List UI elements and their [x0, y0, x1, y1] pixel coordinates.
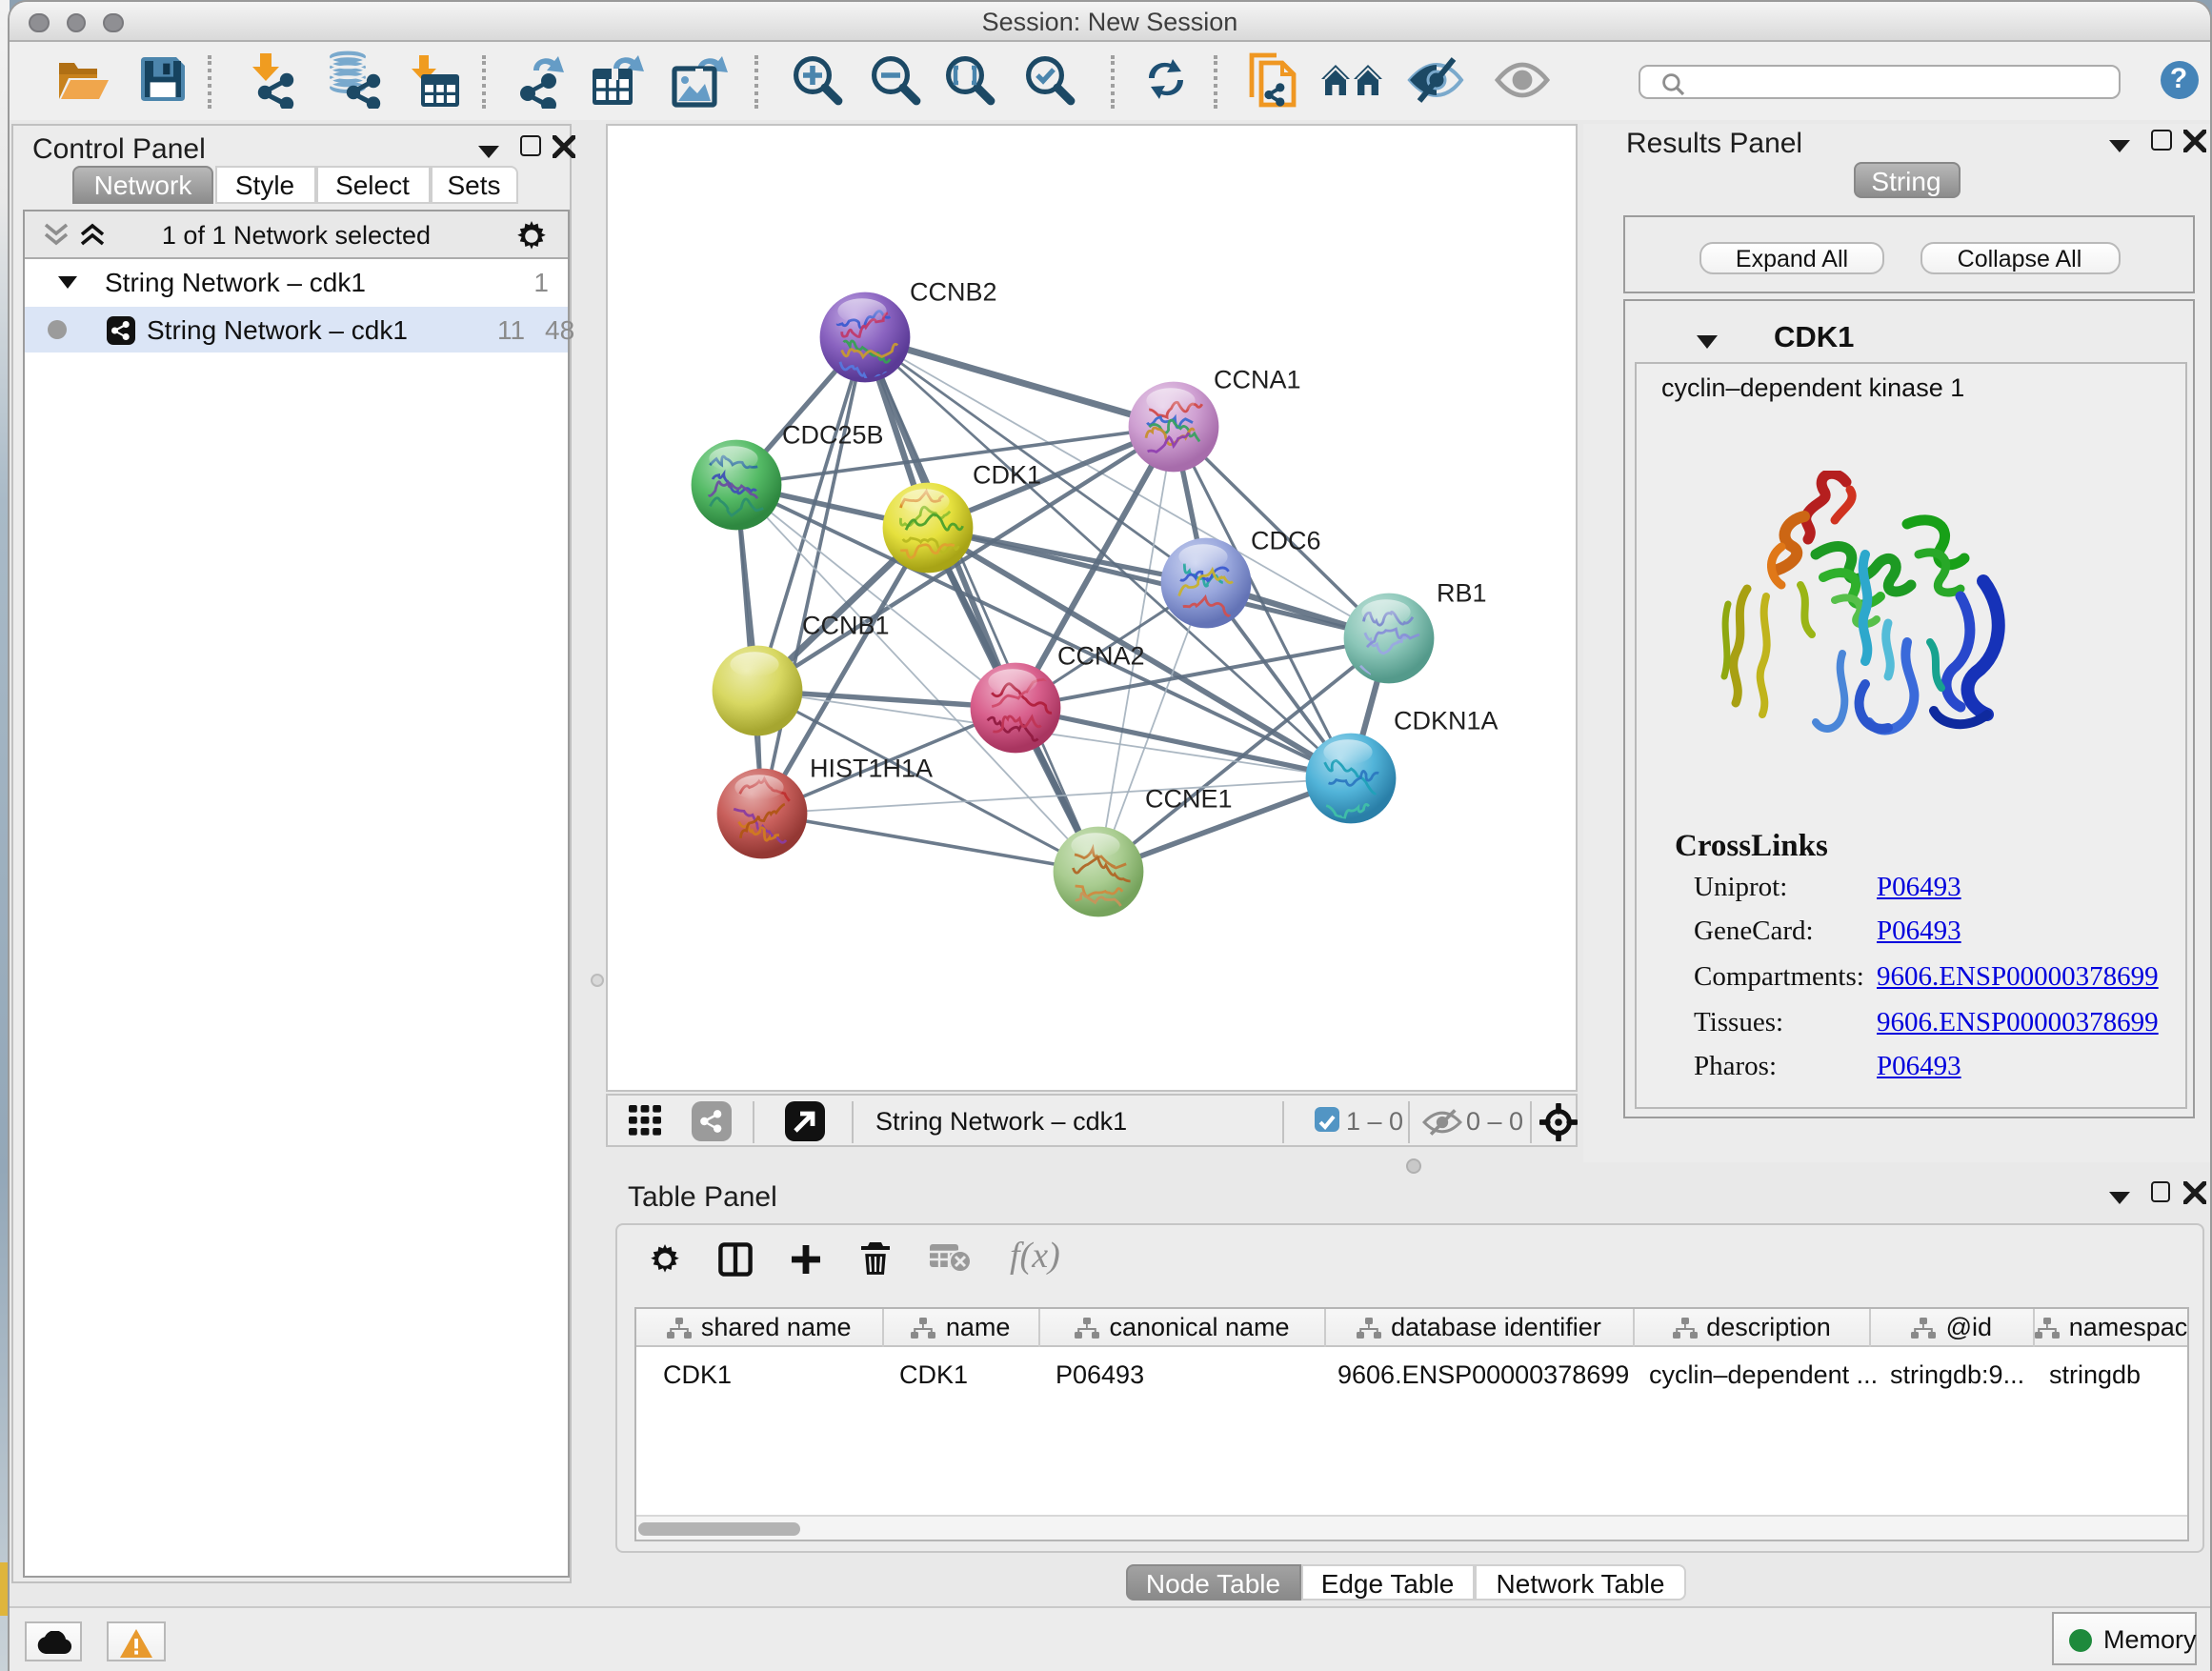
svg-text:CCNA1: CCNA1	[1213, 366, 1300, 394]
svg-text:CDC25B: CDC25B	[781, 421, 883, 450]
svg-text:CCNB1: CCNB1	[801, 612, 889, 640]
svg-text:RB1: RB1	[1436, 579, 1486, 608]
svg-text:CCNE1: CCNE1	[1144, 785, 1232, 814]
svg-text:CCNB2: CCNB2	[909, 278, 996, 307]
svg-text:HIST1H1A: HIST1H1A	[809, 755, 932, 783]
svg-text:CCNA2: CCNA2	[1056, 642, 1144, 671]
svg-text:CDKN1A: CDKN1A	[1393, 707, 1498, 735]
svg-text:CDC6: CDC6	[1250, 527, 1320, 555]
svg-text:CDK1: CDK1	[972, 461, 1040, 490]
